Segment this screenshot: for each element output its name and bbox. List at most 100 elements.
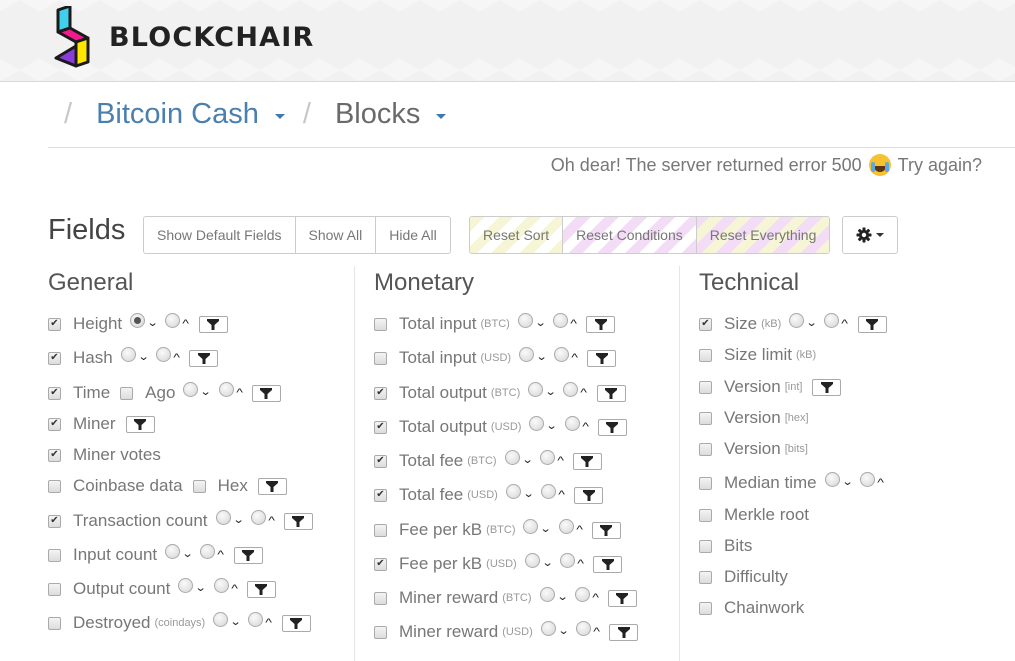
filter-button[interactable] — [233, 546, 263, 564]
filter-button[interactable] — [609, 623, 639, 641]
field-visibility-checkbox[interactable] — [48, 548, 61, 562]
field-visibility-checkbox[interactable] — [699, 380, 712, 394]
sort-descending-radio[interactable] — [824, 471, 840, 487]
field-visibility-checkbox[interactable] — [374, 591, 387, 605]
sort-ascending-radio[interactable] — [559, 552, 575, 568]
filter-button[interactable] — [596, 384, 626, 402]
sort-descending-radio[interactable] — [165, 543, 181, 559]
filter-button[interactable] — [572, 452, 602, 470]
field-visibility-checkbox[interactable] — [699, 601, 712, 615]
field-visibility-checkbox[interactable]: ✔ — [374, 557, 387, 571]
sort-descending-radio[interactable] — [539, 586, 555, 602]
field-visibility-checkbox[interactable] — [374, 625, 387, 639]
field-visibility-checkbox[interactable] — [48, 479, 61, 493]
sort-descending-radio[interactable] — [120, 346, 136, 362]
sort-descending-radio[interactable] — [178, 577, 194, 593]
sort-ascending-radio[interactable] — [250, 509, 266, 525]
filter-button[interactable] — [189, 349, 219, 367]
try-again-link[interactable]: Try again? — [898, 155, 982, 176]
field-visibility-checkbox[interactable] — [374, 523, 387, 537]
sort-ascending-radio[interactable] — [575, 620, 591, 636]
filter-button[interactable] — [586, 315, 616, 333]
filter-button[interactable] — [591, 521, 621, 539]
field-visibility-checkbox[interactable] — [699, 476, 712, 490]
sort-descending-radio[interactable] — [528, 381, 544, 397]
field-visibility-checkbox[interactable]: ✔ — [48, 386, 61, 400]
sort-ascending-radio[interactable] — [155, 346, 171, 362]
sort-ascending-radio[interactable] — [213, 577, 229, 593]
field-visibility-checkbox[interactable] — [699, 508, 712, 522]
sort-ascending-radio[interactable] — [564, 415, 580, 431]
filter-button[interactable] — [857, 315, 887, 333]
reset-sort-button[interactable]: Reset Sort — [470, 217, 564, 253]
sort-descending-radio[interactable] — [130, 312, 146, 328]
field-visibility-checkbox[interactable]: ✔ — [374, 386, 387, 400]
sort-descending-radio[interactable] — [215, 509, 231, 525]
sort-ascending-radio[interactable] — [200, 543, 216, 559]
filter-button[interactable] — [587, 349, 617, 367]
field-visibility-checkbox[interactable]: ✔ — [48, 417, 61, 431]
filter-button[interactable] — [251, 384, 281, 402]
field-option-checkbox[interactable] — [192, 479, 206, 493]
show-all-button[interactable]: Show All — [296, 217, 377, 253]
sort-ascending-radio[interactable] — [539, 449, 555, 465]
sort-descending-radio[interactable] — [529, 415, 545, 431]
breadcrumb-chain-dropdown[interactable]: Bitcoin Cash — [96, 98, 285, 131]
sort-ascending-radio[interactable] — [574, 586, 590, 602]
sort-ascending-radio[interactable] — [563, 381, 579, 397]
filter-button[interactable] — [597, 418, 627, 436]
sort-descending-radio[interactable] — [524, 552, 540, 568]
sort-descending-radio[interactable] — [540, 620, 556, 636]
field-visibility-checkbox[interactable] — [374, 351, 387, 365]
blockchair-logo-icon[interactable] — [52, 6, 92, 72]
filter-button[interactable] — [607, 589, 637, 607]
sort-descending-radio[interactable] — [519, 346, 535, 362]
filter-button[interactable] — [257, 477, 287, 495]
hide-all-button[interactable]: Hide All — [376, 217, 449, 253]
sort-ascending-radio[interactable] — [859, 471, 875, 487]
sort-ascending-radio[interactable] — [165, 312, 181, 328]
sort-ascending-radio[interactable] — [558, 518, 574, 534]
sort-ascending-radio[interactable] — [553, 312, 569, 328]
field-option-checkbox[interactable] — [120, 386, 134, 400]
filter-button[interactable] — [198, 315, 228, 333]
filter-button[interactable] — [281, 614, 311, 632]
field-visibility-checkbox[interactable] — [699, 442, 712, 456]
brand-name[interactable]: BLOCKCHAIR — [109, 22, 314, 53]
sort-descending-radio[interactable] — [523, 518, 539, 534]
sort-ascending-radio[interactable] — [248, 611, 264, 627]
field-visibility-checkbox[interactable] — [374, 317, 387, 331]
sort-descending-radio[interactable] — [517, 312, 533, 328]
sort-ascending-radio[interactable] — [218, 381, 234, 397]
field-visibility-checkbox[interactable]: ✔ — [48, 514, 61, 528]
reset-conditions-button[interactable]: Reset Conditions — [563, 217, 697, 253]
field-visibility-checkbox[interactable] — [48, 582, 61, 596]
field-visibility-checkbox[interactable]: ✔ — [48, 317, 61, 331]
field-visibility-checkbox[interactable]: ✔ — [374, 488, 387, 502]
sort-ascending-radio[interactable] — [554, 346, 570, 362]
reset-everything-button[interactable]: Reset Everything — [696, 217, 830, 253]
filter-button[interactable] — [593, 555, 623, 573]
sort-descending-radio[interactable] — [213, 611, 229, 627]
field-visibility-checkbox[interactable] — [48, 616, 61, 630]
field-visibility-checkbox[interactable] — [699, 570, 712, 584]
filter-button[interactable] — [574, 486, 604, 504]
filter-button[interactable] — [283, 512, 313, 530]
sort-ascending-radio[interactable] — [824, 312, 840, 328]
show-default-fields-button[interactable]: Show Default Fields — [144, 217, 296, 253]
filter-button[interactable] — [812, 378, 842, 396]
field-visibility-checkbox[interactable] — [699, 348, 712, 362]
field-visibility-checkbox[interactable] — [699, 411, 712, 425]
field-visibility-checkbox[interactable] — [699, 539, 712, 553]
settings-dropdown-button[interactable] — [842, 216, 898, 254]
sort-ascending-radio[interactable] — [541, 483, 557, 499]
field-visibility-checkbox[interactable]: ✔ — [48, 351, 61, 365]
field-visibility-checkbox[interactable]: ✔ — [374, 454, 387, 468]
filter-button[interactable] — [246, 580, 276, 598]
filter-button[interactable] — [125, 415, 155, 433]
field-visibility-checkbox[interactable]: ✔ — [699, 317, 712, 331]
sort-descending-radio[interactable] — [183, 381, 199, 397]
field-visibility-checkbox[interactable]: ✔ — [48, 448, 61, 462]
breadcrumb-table-dropdown[interactable]: Blocks — [335, 98, 447, 131]
sort-descending-radio[interactable] — [505, 483, 521, 499]
